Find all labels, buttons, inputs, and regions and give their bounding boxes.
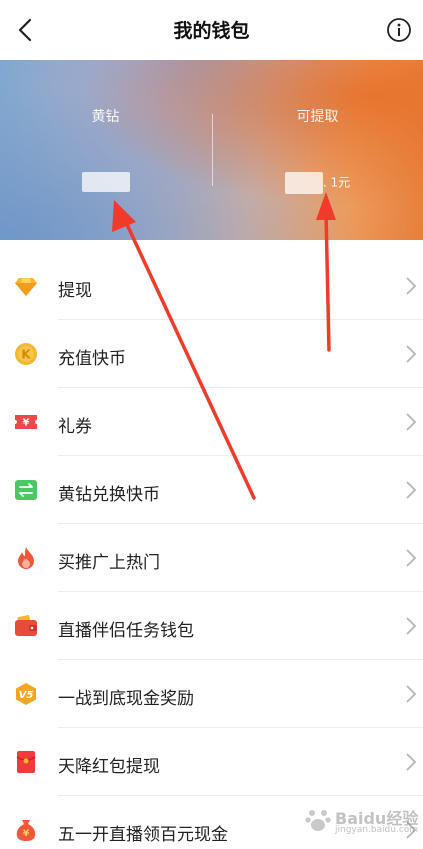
chevron-right-icon: [406, 345, 417, 363]
top-bar: 我的钱包: [0, 0, 423, 60]
coin-k-icon: K: [15, 343, 37, 365]
menu-item-live-companion-wallet[interactable]: 直播伴侣任务钱包: [0, 592, 423, 660]
menu-label: 五一开直播领百元现金: [58, 825, 228, 845]
chevron-right-icon: [406, 481, 417, 499]
menu-item-battle-cash-reward[interactable]: V5 一战到底现金奖励: [0, 660, 423, 728]
exchange-icon: [15, 480, 37, 500]
money-bag-icon: ¥: [16, 820, 36, 841]
flame-icon: [18, 547, 34, 569]
menu-item-withdraw[interactable]: 提现: [0, 252, 423, 320]
wallet-page: 我的钱包 黄钻 可提取 . 1元 提现 K 充值快币 ¥ 礼券 黄钻兑换快币 买…: [0, 0, 423, 849]
menu-label: 礼券: [58, 417, 92, 437]
menu-label: 一战到底现金奖励: [58, 689, 194, 709]
blurred-value: [81, 172, 130, 192]
wallet-menu: 提现 K 充值快币 ¥ 礼券 黄钻兑换快币 买推广上热门 直播伴侣任务钱包 V5…: [0, 252, 423, 849]
info-button[interactable]: [385, 16, 413, 44]
menu-item-exchange-coins[interactable]: 黄钻兑换快币: [0, 456, 423, 524]
baidu-watermark: Baidu经验 jingyan.baidu.com: [305, 803, 419, 841]
svg-text:K: K: [21, 348, 31, 362]
withdrawable-suffix: . 1元: [322, 175, 351, 190]
chevron-right-icon: [406, 617, 417, 635]
menu-item-promotion[interactable]: 买推广上热门: [0, 524, 423, 592]
page-title: 我的钱包: [173, 20, 250, 42]
blurred-value: [284, 172, 323, 194]
menu-label: 直播伴侣任务钱包: [58, 621, 194, 641]
withdrawable-balance[interactable]: 可提取 . 1元: [212, 60, 423, 240]
coupon-icon: ¥: [15, 415, 37, 429]
chevron-right-icon: [406, 277, 417, 295]
watermark-url: jingyan.baidu.com: [335, 825, 419, 835]
withdrawable-value: . 1元: [212, 172, 423, 194]
menu-label: 黄钻兑换快币: [58, 485, 160, 505]
diamond-icon: [15, 278, 37, 296]
chevron-right-icon: [406, 549, 417, 567]
withdrawable-label: 可提取: [296, 109, 339, 125]
menu-label: 买推广上热门: [58, 553, 160, 573]
red-envelope-icon: [16, 751, 36, 773]
menu-label: 提现: [58, 281, 92, 301]
balance-banner: 黄钻 可提取 . 1元: [0, 60, 423, 240]
menu-item-recharge-coins[interactable]: K 充值快币: [0, 320, 423, 388]
menu-label: 天降红包提现: [58, 757, 160, 777]
yellow-diamond-value: [0, 172, 211, 192]
menu-item-coupons[interactable]: ¥ 礼券: [0, 388, 423, 456]
chevron-right-icon: [406, 413, 417, 431]
svg-text:¥: ¥: [23, 829, 30, 839]
svg-text:V5: V5: [19, 690, 34, 701]
yellow-diamond-balance[interactable]: 黄钻: [0, 60, 211, 240]
paw-logo-icon: [305, 810, 331, 831]
chevron-right-icon: [406, 685, 417, 703]
v5-badge-icon: V5: [16, 683, 36, 705]
wallet-icon: [15, 615, 37, 636]
info-icon: [387, 18, 411, 42]
menu-label: 充值快币: [58, 349, 126, 369]
yellow-diamond-label: 黄钻: [91, 109, 120, 125]
menu-item-red-envelope-withdraw[interactable]: 天降红包提现: [0, 728, 423, 796]
chevron-right-icon: [406, 753, 417, 771]
svg-text:¥: ¥: [23, 418, 30, 429]
